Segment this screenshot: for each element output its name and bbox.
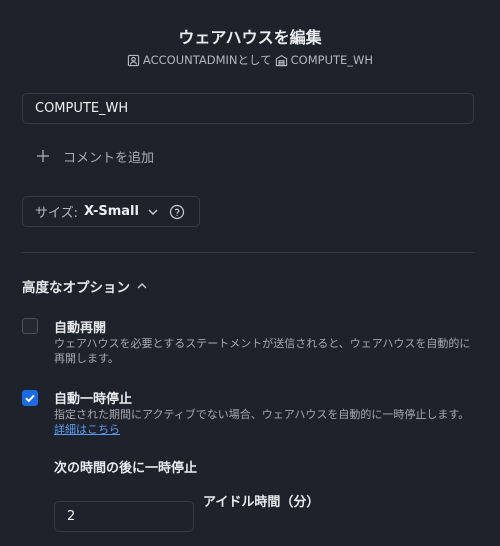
auto-suspend-title: 自動一時停止	[54, 392, 133, 407]
advanced-options-toggle[interactable]: 高度なオプション	[22, 276, 148, 296]
role-suffix: として	[237, 53, 272, 67]
advanced-options-label: 高度なオプション	[22, 280, 130, 296]
checkmark-icon	[25, 394, 35, 403]
section-divider	[22, 252, 474, 253]
role-name: ACCOUNTADMIN	[142, 53, 238, 67]
help-icon[interactable]	[169, 204, 185, 220]
auto-resume-checkbox[interactable]	[22, 318, 38, 334]
plus-icon	[37, 150, 49, 162]
size-label: サイズ:	[35, 206, 78, 221]
warehouse-name-input[interactable]	[22, 93, 474, 124]
size-dropdown[interactable]: サイズ: X-Small	[22, 196, 200, 227]
dialog-title: ウェアハウスを編集	[178, 28, 322, 47]
add-comment-label: コメントを追加	[63, 150, 155, 166]
learn-more-link[interactable]: 詳細はこちら	[54, 423, 120, 436]
auto-suspend-checkbox[interactable]	[22, 390, 38, 406]
suspend-after-label: 次の時間の後に一時停止	[54, 461, 198, 476]
edit-warehouse-dialog: ウェアハウスを編集 ACCOUNTADMIN として COMPUTE_WH コメ…	[0, 0, 500, 546]
warehouse-icon	[275, 54, 287, 66]
warehouse-name: COMPUTE_WH	[290, 53, 374, 67]
auto-suspend-description-text: 指定された期間にアクティブでない場合、ウェアハウスを自動的に一時停止します。	[54, 408, 470, 421]
auto-suspend-description: 指定された期間にアクティブでない場合、ウェアハウスを自動的に一時停止します。詳細…	[54, 407, 478, 437]
auto-resume-description: ウェアハウスを必要とするステートメントが送信されると、ウェアハウスを自動的に再開…	[54, 337, 471, 365]
auto-resume-title: 自動再開	[54, 321, 107, 336]
add-comment-button[interactable]: コメントを追加	[36, 146, 154, 166]
suspend-minutes-input[interactable]	[54, 501, 194, 532]
chevron-down-icon	[148, 209, 158, 215]
dialog-subtitle: ACCOUNTADMIN として COMPUTE_WH	[0, 52, 500, 68]
chevron-up-icon	[137, 283, 147, 289]
size-value: X-Small	[84, 204, 139, 219]
idle-time-unit-label: アイドル時間（分）	[203, 495, 320, 510]
user-role-icon	[127, 54, 140, 66]
